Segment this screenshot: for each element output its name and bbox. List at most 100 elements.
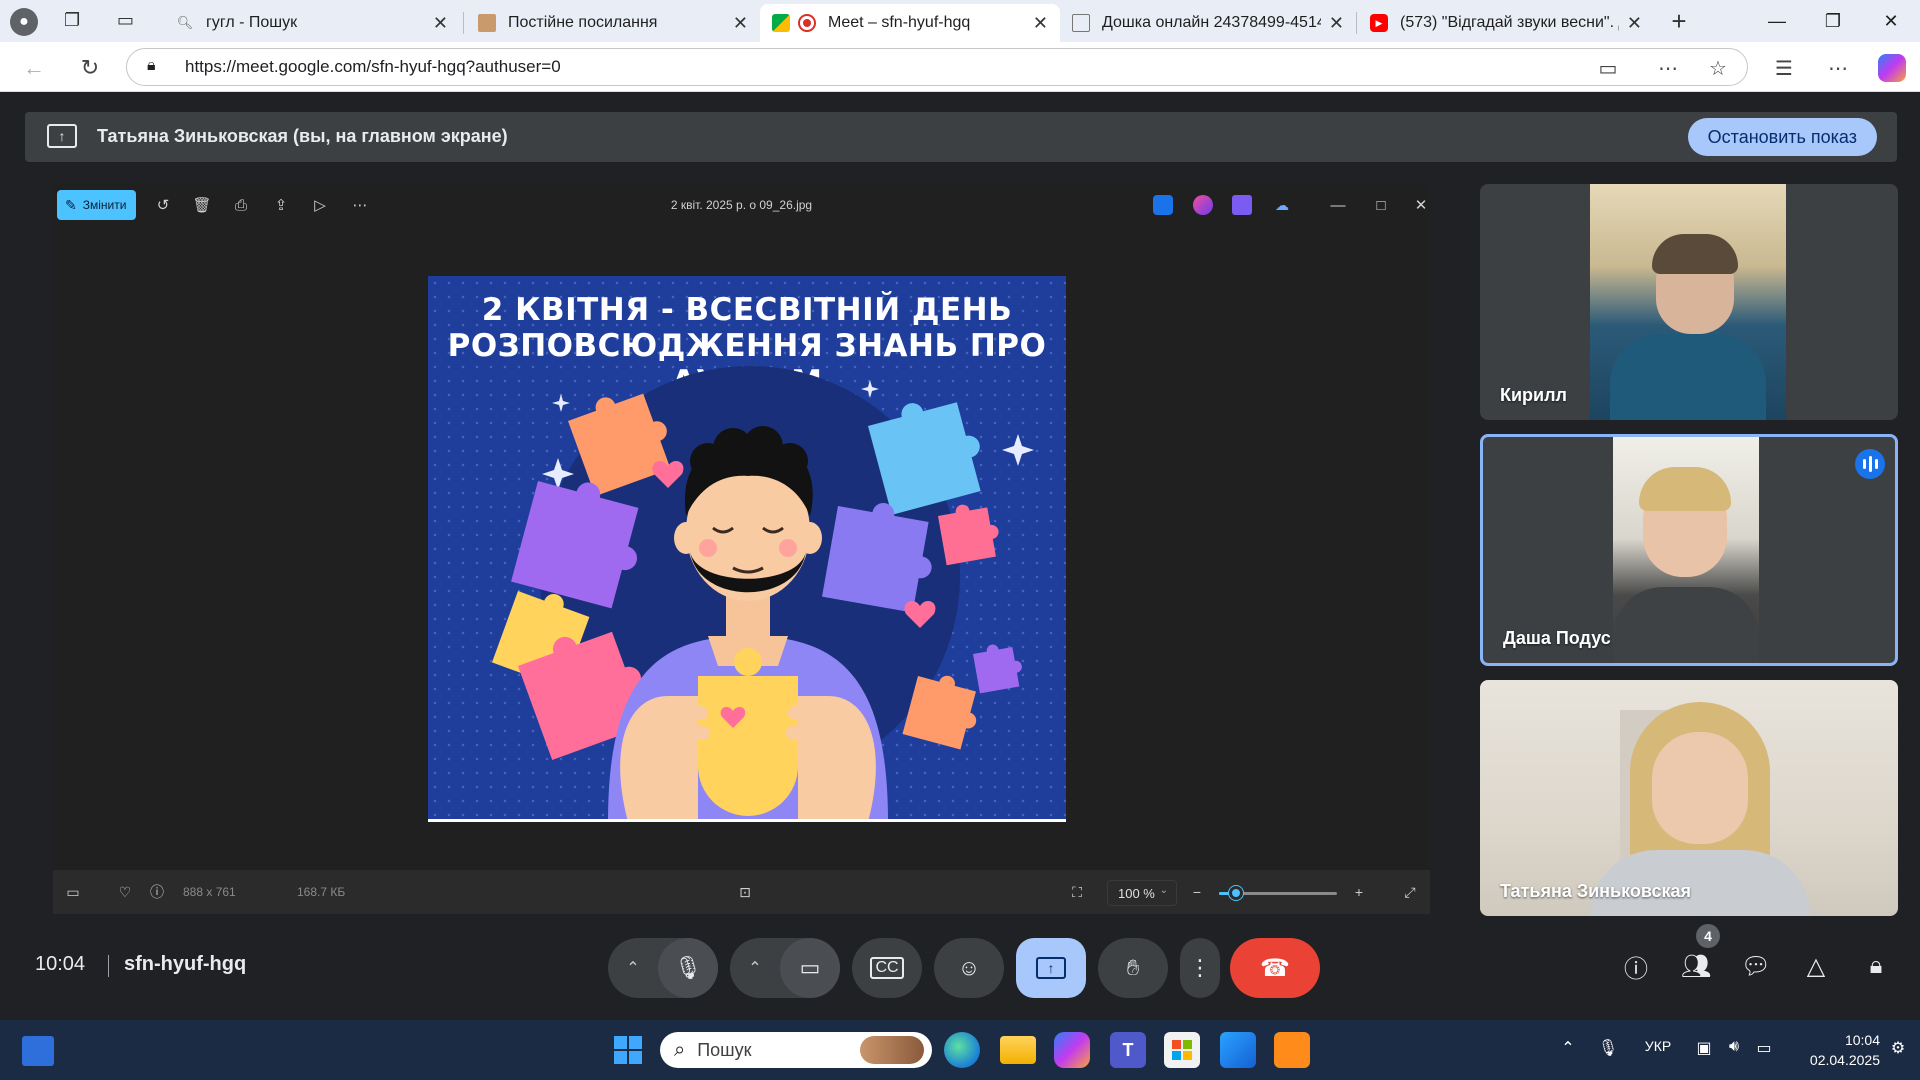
zoom-slider[interactable] [1219, 886, 1337, 900]
more-vert-icon: ⋮ [1189, 955, 1211, 980]
youtube-icon: ▶ [1370, 14, 1388, 32]
notifications-icon[interactable]: ⚙ [1886, 1038, 1910, 1058]
raise-hand-button[interactable]: ✋︎ [1098, 938, 1168, 998]
tab-permalink[interactable]: Постійне посилання ✕ [466, 4, 760, 42]
fullscreen-icon[interactable]: ⤢ [1400, 882, 1420, 902]
camera-icon[interactable]: ▭ [780, 938, 840, 998]
tab-label: Meet – sfn-hyuf-hgq [828, 14, 971, 31]
start-windows-icon[interactable] [610, 1032, 646, 1068]
browser-tab-bar: ● ❐ ▭ 🔍︎ гугл - Пошук ✕ Постійне посилан… [0, 0, 1920, 42]
activities-icon[interactable]: △ [1796, 946, 1836, 986]
workspaces-icon[interactable]: ❐ [64, 10, 88, 32]
teams-icon[interactable]: T [1110, 1032, 1146, 1068]
stop-presenting-button[interactable]: Остановить показ [1687, 118, 1877, 156]
fit-to-window-icon[interactable]: ⛶ [1067, 882, 1087, 902]
host-controls-icon[interactable]: 🔒︎ [1856, 946, 1896, 986]
audio-options-chevron-icon[interactable]: ⌃ [608, 958, 658, 978]
video-editor-icon[interactable] [1232, 195, 1252, 215]
copilot-icon[interactable] [1878, 54, 1906, 82]
battery-icon[interactable]: ▭ [1752, 1038, 1776, 1058]
info-icon[interactable]: ⓘ [147, 882, 167, 902]
filmstrip-icon[interactable]: ▭ [63, 882, 83, 902]
minimize-icon[interactable]: — [1326, 193, 1350, 217]
tab-search[interactable]: 🔍︎ гугл - Пошук ✕ [164, 4, 460, 42]
file-explorer-icon[interactable] [1000, 1036, 1036, 1064]
video-options-chevron-icon[interactable]: ⌃ [730, 958, 780, 978]
network-icon[interactable]: ▣ [1692, 1038, 1716, 1058]
profile-icon[interactable]: ● [10, 8, 38, 36]
meeting-info-icon[interactable]: ⓘ [1616, 946, 1656, 986]
divider [108, 955, 109, 977]
tab-label: Дошка онлайн 24378499-4514-0 [1102, 14, 1321, 31]
close-icon[interactable]: ✕ [433, 13, 448, 34]
page-icon [478, 14, 496, 32]
clipchamp-icon[interactable] [1193, 195, 1213, 215]
captions-button[interactable]: CC [852, 938, 922, 998]
recording-app-icon[interactable] [1274, 1032, 1310, 1068]
zoom-slider-thumb[interactable] [1228, 886, 1243, 900]
copilot-icon[interactable] [1054, 1032, 1090, 1068]
chat-icon[interactable]: 💬︎ [1736, 946, 1776, 986]
tab-board[interactable]: Дошка онлайн 24378499-4514-0 ✕ [1060, 4, 1356, 42]
people-icon[interactable]: 👥︎ [1676, 946, 1716, 986]
heart-icon[interactable]: ♡ [115, 882, 135, 902]
store-icon[interactable] [1164, 1032, 1200, 1068]
participant-tile[interactable]: Кирилл [1480, 184, 1898, 420]
image-dimensions: 888 x 761 [183, 885, 236, 899]
more-options-button[interactable]: ⋮ [1180, 938, 1220, 998]
participant-tile-self[interactable]: Татьяна Зиньковская [1480, 680, 1898, 916]
onedrive-icon[interactable]: ☁ [1272, 195, 1292, 215]
volume-icon[interactable]: 🔊︎ [1722, 1038, 1746, 1056]
close-icon[interactable]: ✕ [1329, 13, 1344, 34]
tab-actions-icon[interactable]: ▭ [117, 10, 141, 32]
participant-name: Татьяна Зиньковская [1500, 881, 1692, 901]
restore-icon[interactable]: ❐ [1810, 6, 1856, 36]
close-icon[interactable]: ✕ [733, 13, 748, 34]
favorites-icon[interactable]: ☰ [1770, 54, 1798, 82]
edge-icon[interactable] [944, 1032, 980, 1068]
tab-meet[interactable]: Meet – sfn-hyuf-hgq ✕ [760, 4, 1060, 42]
present-button[interactable]: ↑ [1016, 938, 1086, 998]
captions-icon: CC [870, 957, 904, 979]
microphone-icon[interactable]: 🎙︎ [658, 938, 718, 998]
widgets-icon[interactable] [22, 1036, 54, 1066]
language-indicator[interactable]: УКР [1638, 1038, 1678, 1054]
maximize-icon[interactable]: □ [1369, 193, 1393, 217]
minimize-icon[interactable]: — [1754, 6, 1800, 36]
more-in-page-icon[interactable]: ⋯ [1654, 54, 1682, 82]
reload-icon[interactable]: ↻ [74, 52, 106, 84]
presentation-bar: ↑ Татьяна Зиньковская (вы, на главном эк… [25, 112, 1897, 162]
participant-tile-speaking[interactable]: Даша Подус [1480, 434, 1898, 666]
zoom-select[interactable]: 100 % ⌄ [1107, 880, 1177, 906]
designer-icon[interactable] [1153, 195, 1173, 215]
microphone-tray-icon[interactable]: 🎙︎ [1598, 1038, 1618, 1058]
settings-more-icon[interactable]: ⋯ [1824, 54, 1852, 82]
camera-in-use-icon[interactable]: ▭ [1594, 54, 1622, 82]
leave-call-button[interactable]: ☎ [1230, 938, 1320, 998]
show-hidden-icons-icon[interactable]: ⌃ [1558, 1038, 1578, 1058]
back-icon[interactable]: ← [18, 52, 50, 84]
poster-image: 2 КВІТНЯ - ВСЕСВІТНІЙ ДЕНЬ РОЗПОВСЮДЖЕНН… [428, 276, 1066, 822]
meeting-clock: 10:04 [35, 953, 86, 975]
close-icon[interactable]: ✕ [1033, 13, 1048, 34]
close-window-icon[interactable]: ✕ [1868, 6, 1914, 36]
new-tab-icon[interactable]: + [1664, 6, 1694, 36]
taskbar-search[interactable]: ⌕ Пошук [660, 1032, 932, 1068]
photos-icon[interactable] [1220, 1032, 1256, 1068]
meet-icon [772, 14, 790, 32]
reactions-button[interactable]: ☺ [934, 938, 1004, 998]
url-field[interactable]: 🔒︎ https://meet.google.com/sfn-hyuf-hgq?… [126, 48, 1748, 86]
visual-search-icon[interactable]: ⊡ [735, 882, 755, 902]
shared-screen-photo-viewer: ✎ Змінити ↺ 🗑︎ ⎙ ⇪ ▷ ⋯ 2 квіт. 2025 р. о… [53, 184, 1430, 914]
audio-control-group: ⌃ 🎙︎ [608, 938, 718, 998]
close-icon[interactable]: ✕ [1411, 193, 1431, 217]
taskbar-date: 02.04.2025 [1809, 1052, 1880, 1068]
taskbar-clock[interactable]: 10:04 02.04.2025 [1790, 1030, 1880, 1070]
zoom-in-icon[interactable]: + [1349, 882, 1369, 902]
tab-youtube[interactable]: ▶ (573) "Відгадай звуки весни". Ди ✕ [1358, 4, 1654, 42]
close-icon[interactable]: ✕ [1627, 13, 1642, 34]
favorite-star-icon[interactable]: ☆ [1704, 54, 1732, 82]
hand-icon: ✋︎ [1126, 955, 1140, 980]
file-name: 2 квіт. 2025 р. о 09_26.jpg [670, 198, 813, 212]
zoom-out-icon[interactable]: − [1187, 882, 1207, 902]
